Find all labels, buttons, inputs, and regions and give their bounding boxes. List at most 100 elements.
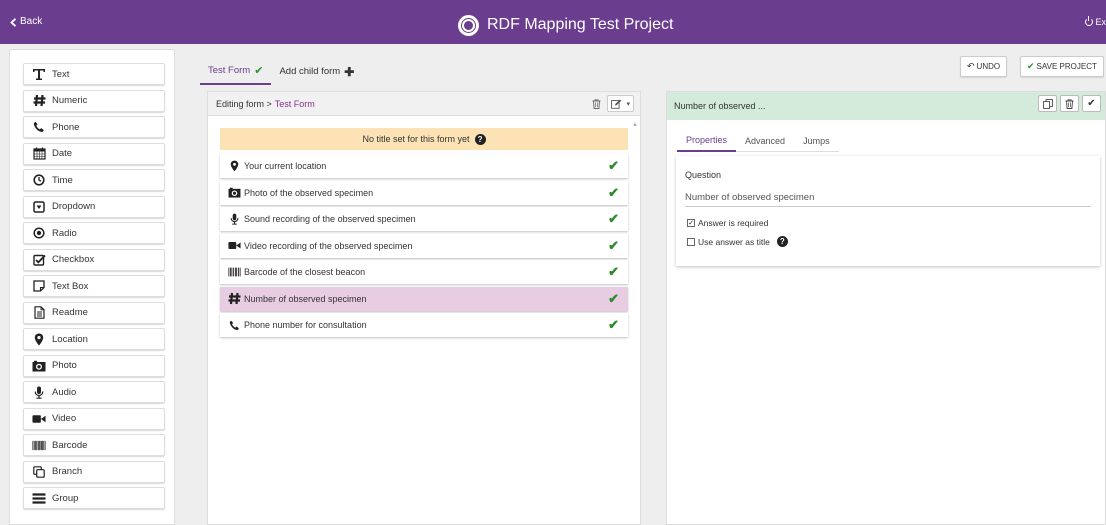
question-label: Barcode of the closest beacon xyxy=(244,267,366,277)
confirm-button[interactable]: ✔ xyxy=(1082,95,1101,112)
question-label: Sound recording of the observed specimen xyxy=(244,214,416,224)
question-input[interactable] xyxy=(685,188,1091,207)
palette-item-text[interactable]: Text xyxy=(23,63,165,85)
microphone-icon xyxy=(32,385,46,399)
question-label: Phone number for consultation xyxy=(244,320,367,330)
tab-advanced[interactable]: Advanced xyxy=(736,130,794,152)
undo-button[interactable]: ↶ UNDO xyxy=(960,56,1008,77)
palette-item-audio[interactable]: Audio xyxy=(23,381,165,403)
help-icon[interactable]: ? xyxy=(474,133,486,145)
hash-icon xyxy=(228,292,241,305)
answer-required-option[interactable]: ✓ Answer is required xyxy=(687,218,768,228)
breadcrumb-prefix: Editing form > xyxy=(216,98,272,109)
properties-card: Question ✓ Answer is required Use answer… xyxy=(676,156,1100,266)
valid-check-icon: ✔ xyxy=(608,158,619,173)
dropdown-icon xyxy=(32,200,46,214)
barcode-icon xyxy=(228,266,241,278)
palette-item-time[interactable]: Time xyxy=(23,169,165,191)
clock-icon xyxy=(32,173,46,187)
palette-item-checkbox[interactable]: Checkbox xyxy=(23,248,165,271)
valid-check-icon: ✔ xyxy=(608,290,619,306)
add-child-label: Add child form xyxy=(279,66,341,77)
form-editor-panel: Editing form > Test Form ▾ ▲ No title se… xyxy=(207,91,641,525)
palette-item-label: Video xyxy=(52,413,77,424)
required-checkbox[interactable]: ✓ xyxy=(687,219,695,227)
question-row[interactable]: Your current location ✔ xyxy=(220,154,628,178)
valid-check-icon: ✔ xyxy=(608,211,619,226)
check-icon: ✔ xyxy=(1087,98,1096,109)
question-row[interactable]: Sound recording of the observed specimen… xyxy=(220,207,628,231)
tab-properties[interactable]: Properties xyxy=(677,130,737,152)
no-title-notice: No title set for this form yet ? xyxy=(220,128,628,150)
palette-item-textbox[interactable]: Text Box xyxy=(23,275,165,297)
palette-item-label: Barcode xyxy=(52,439,88,451)
palette-item-phone[interactable]: Phone xyxy=(23,116,165,138)
video-camera-icon xyxy=(32,412,46,426)
tab-jumps[interactable]: Jumps xyxy=(794,130,839,152)
map-marker-icon xyxy=(228,160,241,172)
palette-item-label: Text xyxy=(52,68,70,80)
app-header: RDF Mapping Test Project xyxy=(458,13,673,37)
palette-item-label: Text Box xyxy=(52,280,89,292)
palette-item-barcode[interactable]: Barcode xyxy=(23,434,165,456)
required-label: Answer is required xyxy=(698,218,769,228)
delete-question-button[interactable] xyxy=(1060,95,1079,112)
palette-item-dropdown[interactable]: Dropdown xyxy=(23,195,165,218)
palette-item-readme[interactable]: Readme xyxy=(23,301,165,324)
video-camera-icon xyxy=(228,240,241,252)
help-icon[interactable]: ? xyxy=(776,236,788,247)
checkbox-icon xyxy=(32,253,46,267)
save-label: SAVE PROJECT xyxy=(1036,62,1097,71)
plus-icon: ✚ xyxy=(344,64,355,79)
app-logo-icon xyxy=(458,14,479,36)
branch-icon xyxy=(32,465,46,479)
palette-item-video[interactable]: Video xyxy=(23,407,165,430)
save-project-button[interactable]: ✔ SAVE PROJECT xyxy=(1020,56,1104,77)
check-icon: ✔ xyxy=(254,65,264,77)
phone-icon xyxy=(32,120,46,134)
question-type-palette: Text Numeric Phone Date Time Dropdown Ra… xyxy=(9,49,175,525)
palette-item-label: Checkbox xyxy=(52,254,95,265)
palette-item-label: Radio xyxy=(52,227,77,239)
palette-item-numeric[interactable]: Numeric xyxy=(23,89,165,112)
question-row[interactable]: Phone number for consultation ✔ xyxy=(220,313,628,337)
question-label: Photo of the observed specimen xyxy=(244,187,374,198)
exit-button[interactable]: Ex xyxy=(1085,0,1106,44)
add-child-form-button[interactable]: Add child form ✚ xyxy=(271,58,362,85)
detail-title: Number of observed ... xyxy=(674,101,766,111)
valid-check-icon: ✔ xyxy=(608,317,619,332)
phone-icon xyxy=(228,319,241,331)
detail-tabs: Properties Advanced Jumps xyxy=(677,130,839,152)
question-row-selected[interactable]: Number of observed specimen ✔ xyxy=(220,286,628,311)
question-row[interactable]: Photo of the observed specimen ✔ xyxy=(220,180,628,205)
back-button[interactable]: Back xyxy=(10,0,42,44)
breadcrumb-form-link[interactable]: Test Form xyxy=(275,99,315,109)
palette-item-date[interactable]: Date xyxy=(23,142,165,165)
delete-form-button[interactable] xyxy=(589,95,603,112)
edit-form-button[interactable]: ▾ xyxy=(607,95,634,112)
use-as-title-option[interactable]: Use answer as title ? xyxy=(687,236,788,247)
palette-item-label: Branch xyxy=(52,466,83,477)
document-icon xyxy=(32,306,46,320)
tab-test-form[interactable]: Test Form ✔ xyxy=(200,58,272,85)
palette-item-photo[interactable]: Photo xyxy=(23,354,165,377)
palette-item-radio[interactable]: Radio xyxy=(23,222,165,244)
app-title: RDF Mapping Test Project xyxy=(487,16,674,33)
back-label: Back xyxy=(20,16,43,27)
barcode-icon xyxy=(32,438,46,452)
undo-label: UNDO xyxy=(976,62,1001,71)
palette-item-label: Phone xyxy=(52,121,80,133)
camera-icon xyxy=(32,359,46,373)
use-as-title-checkbox[interactable] xyxy=(687,237,695,246)
palette-item-group[interactable]: Group xyxy=(23,487,165,509)
question-label: Video recording of the observed specimen xyxy=(244,240,413,251)
radio-icon xyxy=(32,226,46,240)
duplicate-button[interactable] xyxy=(1038,95,1057,112)
use-as-title-label: Use answer as title xyxy=(698,236,770,247)
palette-item-branch[interactable]: Branch xyxy=(23,460,165,483)
question-row[interactable]: Barcode of the closest beacon ✔ xyxy=(220,260,628,284)
palette-item-label: Audio xyxy=(52,386,77,398)
palette-item-location[interactable]: Location xyxy=(23,328,165,350)
scroll-up-icon[interactable]: ▲ xyxy=(632,122,638,128)
question-row[interactable]: Video recording of the observed specimen… xyxy=(220,233,628,258)
